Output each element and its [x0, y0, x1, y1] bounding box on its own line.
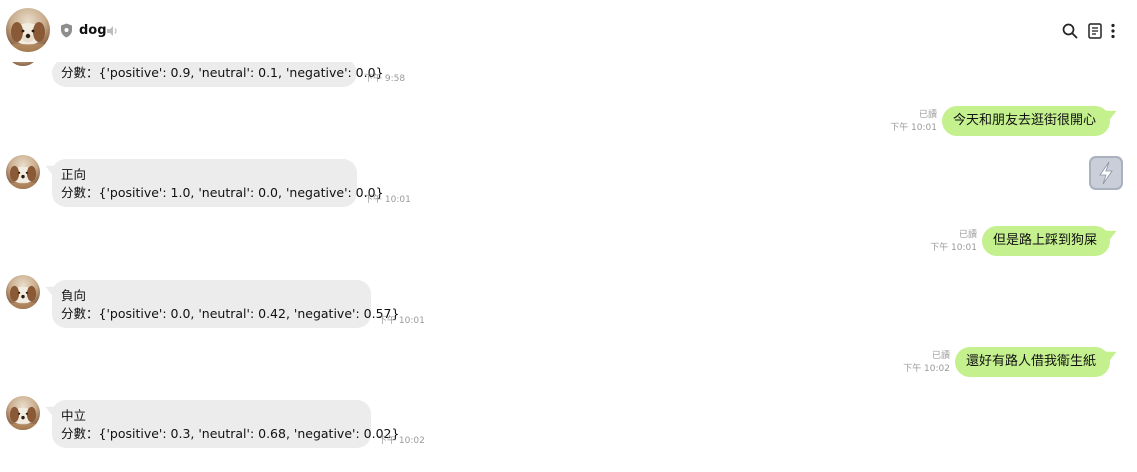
message-time: 下午 9:58 [364, 74, 406, 84]
dog-avatar-image [6, 285, 40, 309]
more-icon[interactable] [1108, 22, 1118, 40]
sentiment-label: 正向 [61, 167, 87, 182]
contact-avatar[interactable] [6, 275, 40, 309]
shield-icon [61, 23, 72, 38]
sticker-button[interactable] [1089, 156, 1123, 190]
message-bubble-incoming[interactable]: 分數：{'positive': 0.9, 'neutral': 0.1, 'ne… [52, 59, 384, 87]
lightning-icon [1099, 161, 1113, 185]
message-text: 分數：{'positive': 0.3, 'neutral': 0.68, 'n… [61, 426, 400, 441]
message-text: 分數：{'positive': 0.0, 'neutral': 0.42, 'n… [61, 306, 400, 321]
dog-avatar-image [6, 165, 40, 189]
message-bubble-outgoing[interactable]: 今天和朋友去逛街很開心 [942, 106, 1110, 136]
message-bubble-incoming[interactable]: 正向 分數：{'positive': 1.0, 'neutral': 0.0, … [52, 159, 384, 207]
sentiment-label: 中立 [61, 408, 87, 423]
message-text: 分數：{'positive': 0.9, 'neutral': 0.1, 'ne… [61, 65, 384, 80]
message-text: 但是路上踩到狗屎 [993, 233, 1098, 248]
message-bubble-incoming[interactable]: 負向 分數：{'positive': 0.0, 'neutral': 0.42,… [52, 280, 400, 328]
read-receipt: 已讀 [918, 110, 937, 120]
read-receipt: 已讀 [958, 230, 977, 240]
message-bubble-outgoing[interactable]: 還好有路人借我衛生紙 [955, 347, 1110, 377]
message-time: 下午 10:01 [890, 123, 937, 133]
contact-avatar[interactable] [6, 8, 50, 52]
message-text: 還好有路人借我衛生紙 [966, 354, 1097, 369]
speaker-icon [107, 26, 117, 36]
chat-header: dog [0, 0, 1137, 62]
message-text: 今天和朋友去逛街很開心 [953, 113, 1097, 128]
search-icon[interactable] [1061, 22, 1079, 40]
dog-avatar-image [6, 406, 40, 430]
message-time: 下午 10:01 [378, 316, 425, 326]
contact-avatar[interactable] [6, 155, 40, 189]
dog-avatar-image [6, 22, 50, 52]
notes-icon[interactable] [1086, 22, 1104, 40]
chat-title[interactable]: dog [79, 22, 107, 40]
message-time: 下午 10:02 [903, 364, 950, 374]
contact-avatar[interactable] [6, 396, 40, 430]
message-bubble-incoming[interactable]: 中立 分數：{'positive': 0.3, 'neutral': 0.68,… [52, 400, 400, 448]
message-bubble-outgoing[interactable]: 但是路上踩到狗屎 [982, 226, 1110, 256]
message-time: 下午 10:01 [364, 195, 411, 205]
message-text: 分數：{'positive': 1.0, 'neutral': 0.0, 'ne… [61, 185, 384, 200]
message-time: 下午 10:01 [930, 243, 977, 253]
read-receipt: 已讀 [931, 351, 950, 361]
sentiment-label: 負向 [61, 288, 87, 303]
message-time: 下午 10:02 [378, 436, 425, 446]
